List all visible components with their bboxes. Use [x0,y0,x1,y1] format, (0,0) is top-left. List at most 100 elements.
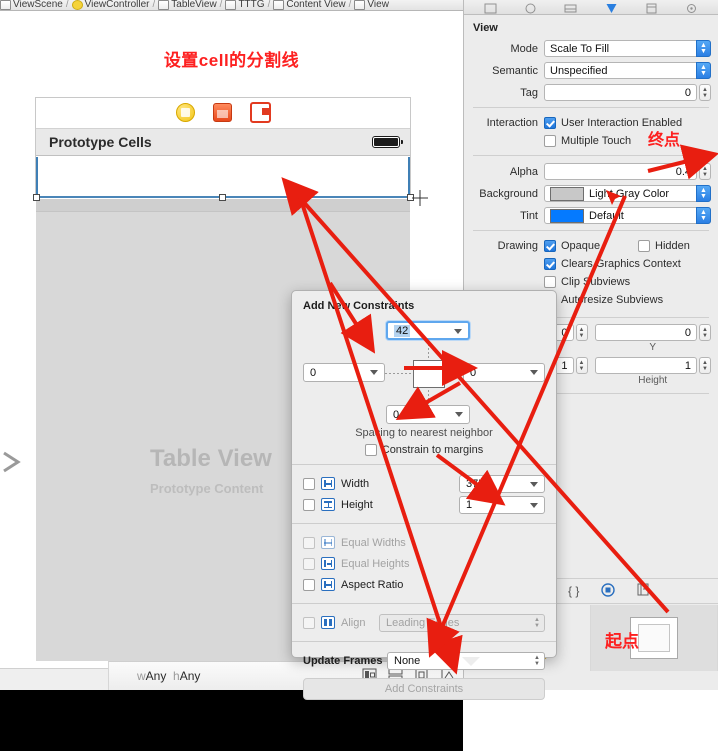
chevron-updown-icon[interactable]: ▲ ▼ [696,40,711,57]
divider [473,230,709,231]
checkbox-icon[interactable] [544,258,556,270]
breadcrumb-item-4[interactable]: Content View [273,0,346,10]
top-spacing-combo[interactable]: 42 [386,321,470,340]
quick-help-tab[interactable] [524,3,537,14]
object-library-icon[interactable] [601,582,616,600]
background-popup[interactable]: Light Gray Color ▲ ▼ [544,185,711,202]
breadcrumb-item-2[interactable]: TableView [158,0,217,10]
background-row[interactable]: Background Light Gray Color ▲ ▼ [464,184,718,203]
update-frames-row[interactable]: Update Frames None ▲ ▼ [303,650,545,671]
chevron-down-icon[interactable] [530,502,538,508]
inspector-section-title: View [473,22,498,34]
y-field[interactable]: 0 [594,324,697,341]
opaque-checkbox[interactable]: Opaque [544,237,638,255]
checkbox-icon[interactable] [544,240,556,252]
chevron-down-icon[interactable] [530,370,538,375]
height-constraint-row[interactable]: Height 1 [303,494,545,515]
mode-popup[interactable]: Scale To Fill ▲ ▼ [544,40,711,57]
checkbox-icon[interactable] [544,276,556,288]
constrain-to-margins-row[interactable]: Constrain to margins [303,444,545,456]
alpha-field[interactable]: 0.4 [544,163,697,180]
aspect-ratio-row[interactable]: Aspect Ratio [303,574,545,595]
background-color-swatch[interactable] [550,186,584,201]
attributes-inspector-tab[interactable] [605,3,618,14]
autoresize-subviews-checkbox[interactable]: Autoresize Subviews [544,291,711,309]
checkbox-icon[interactable] [364,444,377,456]
chevron-down-icon[interactable] [370,370,378,375]
selected-separator-view[interactable] [36,157,410,198]
tag-field[interactable]: 0 [544,84,697,101]
height-field[interactable]: 1 [594,357,697,374]
breadcrumb[interactable]: ViewScene / ViewController / TableView /… [0,0,463,11]
breadcrumb-label: View [367,0,389,10]
scene-dock[interactable] [35,97,411,128]
clip-subviews-checkbox[interactable]: Clip Subviews [544,273,711,291]
equal-heights-row: Equal Heights [303,553,545,574]
breadcrumb-label: TableView [171,0,217,10]
identity-inspector-tab[interactable] [564,3,577,14]
bottom-spacing-combo[interactable]: 0 [386,405,470,424]
resize-handle-bottom-left[interactable] [33,194,40,201]
breadcrumb-item-5[interactable]: View [354,0,389,10]
chevron-down-icon[interactable] [530,481,538,487]
connections-inspector-tab[interactable] [685,3,698,14]
width-constraint-row[interactable]: Width 375 [303,473,545,494]
user-interaction-enabled-checkbox[interactable]: User Interaction Enabled [544,114,711,132]
tag-row[interactable]: Tag 0 ▲ ▼ [464,83,718,102]
checkbox-icon[interactable] [544,117,556,129]
prototype-cells-header[interactable]: Prototype Cells [36,128,410,156]
height-label: Height [638,375,668,386]
checkbox-icon[interactable] [544,135,556,147]
checkbox-icon [303,616,315,629]
tint-row[interactable]: Tint Default ▲ ▼ [464,206,718,225]
checkbox-icon[interactable] [303,477,315,490]
leading-spacing-combo[interactable]: 0 [303,363,385,382]
tint-color-swatch[interactable] [550,208,584,223]
width-constraint-field[interactable]: 375 [459,474,545,493]
alpha-row[interactable]: Alpha 0.4 ▲ ▼ [464,162,718,181]
size-class-indicator[interactable]: wAny hAny [137,669,200,683]
checkbox-icon[interactable] [303,578,315,591]
add-constraints-button: Add Constraints [303,678,545,700]
chevron-down-icon[interactable] [455,412,463,417]
file-template-library-icon[interactable]: { } [568,584,579,598]
size-inspector-tab[interactable] [645,3,658,14]
add-new-constraints-popover[interactable]: Add New Constraints 42 0 0 0 Spacing to … [291,290,557,700]
media-library-icon[interactable] [637,583,649,599]
chevron-updown-icon[interactable]: ▲ ▼ [696,62,711,79]
semantic-row[interactable]: Semantic Unspecified ▲ ▼ [464,61,718,80]
clears-graphics-context-checkbox[interactable]: Clears Graphics Context [544,255,711,273]
resize-handle-bottom-center[interactable] [219,194,226,201]
align-glyph-icon [321,616,335,629]
view-controller-icon[interactable] [175,103,195,122]
height-stepper[interactable]: ▲ ▼ [699,357,711,374]
multiple-touch-checkbox[interactable]: Multiple Touch [544,132,711,150]
checkbox-icon[interactable] [303,498,315,511]
breadcrumb-item-3[interactable]: TTTG [225,0,265,10]
checkbox-icon[interactable] [638,240,650,252]
breadcrumb-item-1[interactable]: ViewController [71,0,149,10]
mode-row[interactable]: Mode Scale To Fill ▲ ▼ [464,39,718,58]
chevron-down-icon[interactable] [454,329,462,334]
chevron-updown-icon[interactable]: ▲ ▼ [696,185,711,202]
chevron-updown-icon[interactable]: ▲ ▼ [531,654,543,668]
x-stepper[interactable]: ▲ ▼ [575,324,588,341]
breadcrumb-item-0[interactable]: ViewScene [0,0,63,10]
spacing-grid[interactable]: 42 0 0 0 [303,321,545,425]
file-inspector-tab[interactable] [484,3,497,14]
height-constraint-label: Height [341,498,373,511]
inspector-tab-bar[interactable] [464,0,718,15]
width-stepper[interactable]: ▲ ▼ [575,357,588,374]
semantic-popup[interactable]: Unspecified ▲ ▼ [544,62,711,79]
first-responder-icon[interactable] [212,103,232,122]
height-constraint-field[interactable]: 1 [459,495,545,514]
chevron-updown-icon[interactable]: ▲ ▼ [696,207,711,224]
alpha-stepper[interactable]: ▲ ▼ [699,163,711,180]
hidden-checkbox[interactable]: Hidden [638,237,690,255]
object-library-item-square[interactable]: 起点 [591,605,718,671]
y-stepper[interactable]: ▲ ▼ [699,324,711,341]
tint-popup[interactable]: Default ▲ ▼ [544,207,711,224]
trailing-spacing-combo[interactable]: 0 [463,363,545,382]
exit-icon[interactable] [249,102,271,123]
tag-stepper[interactable]: ▲ ▼ [699,84,711,101]
